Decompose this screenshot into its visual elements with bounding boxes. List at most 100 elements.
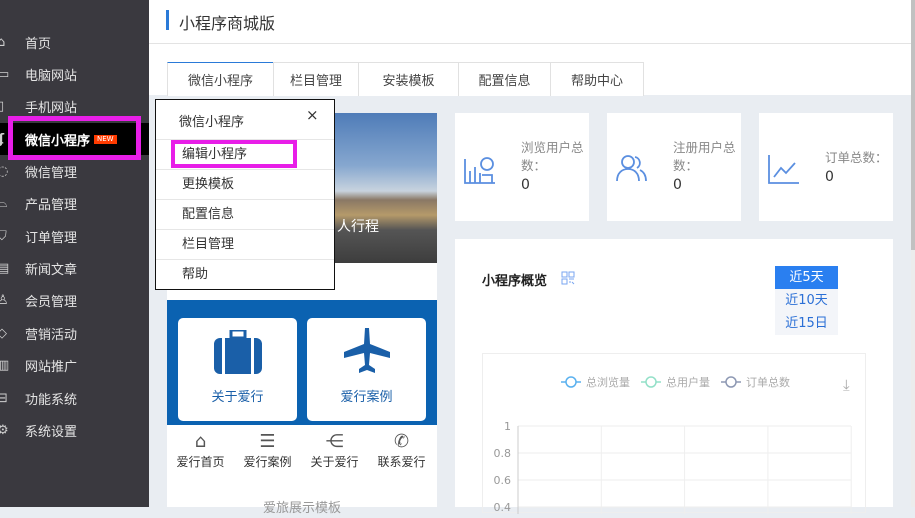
sidebar-item-label: 功能系统 xyxy=(25,392,78,408)
popup-menu-item[interactable]: 帮助 xyxy=(156,259,334,289)
nav-home[interactable]: ⌂ 爱行首页 xyxy=(167,431,234,470)
stat-views: 浏览用户总数： 0 xyxy=(455,113,589,221)
card-label: 爱行案例 xyxy=(340,390,393,405)
stat-orders: 订单总数： 0 xyxy=(759,113,893,221)
popup-menu: 微信小程序 × 编辑小程序 更换模板 配置信息 栏目管理 帮助 xyxy=(155,99,335,290)
scrollbar[interactable] xyxy=(911,0,915,507)
analytics-icon xyxy=(464,157,495,184)
sidebar-item-label: 手机网站 xyxy=(25,100,78,116)
user-icon: ♙ xyxy=(0,292,9,308)
banner-text: 人行程 xyxy=(337,219,379,235)
stat-label: 订单总数： xyxy=(825,150,888,165)
stat-label: 浏览用户总数： xyxy=(521,140,584,173)
list-icon: ☰ xyxy=(259,431,276,452)
popup-menu-item[interactable]: 更换模板 xyxy=(156,169,334,199)
overview-chart: 总浏览量 总用户量 订单总数 1 0.8 0.6 0.4 ⤓ xyxy=(482,353,866,514)
sidebar-item[interactable]: ♙ 会员管理 xyxy=(0,284,149,316)
document-icon: ▤ xyxy=(0,260,10,276)
popup-title: 微信小程序 xyxy=(179,115,245,130)
y-tick-label: 0.4 xyxy=(494,501,512,514)
sidebar-item[interactable]: ⊟ 功能系统 xyxy=(0,382,149,414)
page-title: 小程序商城版 xyxy=(179,14,276,33)
download-icon[interactable]: ⤓ xyxy=(843,376,850,394)
tab[interactable]: 栏目管理 xyxy=(273,62,359,96)
sidebar-item-label: 订单管理 xyxy=(25,230,78,246)
sidebar-item[interactable]: ⛉ 订单管理 xyxy=(0,220,149,252)
sidebar-item-label: 系统设置 xyxy=(25,424,78,440)
stat-label: 注册用户总数： xyxy=(673,140,736,173)
sidebar-item-label: 新闻文章 xyxy=(25,262,78,278)
legend-label: 订单总数 xyxy=(746,375,790,389)
popup-menu-item[interactable]: 配置信息 xyxy=(156,199,334,229)
highlight-box xyxy=(8,116,141,160)
chart-svg: 总浏览量 总用户量 订单总数 1 0.8 0.6 0.4 xyxy=(494,375,852,514)
share-icon: ⋲ xyxy=(325,431,344,452)
legend-item[interactable]: 总用户量 xyxy=(641,375,710,389)
overview-title: 小程序概览 xyxy=(482,274,548,289)
card-label: 关于爱行 xyxy=(211,390,264,405)
home-icon: ⌂ xyxy=(194,431,207,452)
range-10-days[interactable]: 近10天 xyxy=(775,289,838,312)
tab-bar: 微信小程序 栏目管理 安装模板 配置信息 帮助中心 xyxy=(149,44,911,96)
sidebar-item[interactable]: ▥ 网站推广 xyxy=(0,349,149,381)
sidebar-item-label: 营销活动 xyxy=(25,327,78,343)
luggage-icon xyxy=(213,328,262,374)
nav-contact[interactable]: ✆ 联系爱行 xyxy=(368,431,435,470)
tab[interactable]: 安装模板 xyxy=(358,62,459,96)
sidebar-item-label: 产品管理 xyxy=(25,197,78,213)
highlight-box xyxy=(171,140,297,168)
sidebar-item[interactable]: ⌓ 产品管理 xyxy=(0,187,149,219)
users-icon xyxy=(616,155,647,182)
nav-label: 爱行案例 xyxy=(243,455,292,469)
card-about[interactable]: 关于爱行 xyxy=(178,318,297,421)
monitor-icon: ▭ xyxy=(0,66,10,82)
nav-about[interactable]: ⋲ 关于爱行 xyxy=(301,431,368,470)
tab[interactable]: 微信小程序 xyxy=(167,62,274,96)
trend-chart-icon xyxy=(768,155,799,184)
sidebar-item[interactable]: ▭ 电脑网站 xyxy=(0,58,149,90)
scrollbar-thumb[interactable] xyxy=(911,0,915,250)
bag-icon: ⌓ xyxy=(0,195,8,211)
overview-panel: 小程序概览 近5天 近10天 近15日 总浏览量 总用户量 订单总数 1 0.8 0.6 0… xyxy=(455,239,893,514)
phone-icon: ▯ xyxy=(0,98,5,114)
sidebar-item[interactable]: ◇ 营销活动 xyxy=(0,317,149,349)
range-5-days[interactable]: 近5天 xyxy=(775,266,838,289)
home-icon: ⌂ xyxy=(0,34,6,50)
nav-label: 爱行首页 xyxy=(176,455,225,469)
y-tick-label: 0.8 xyxy=(494,447,512,460)
sidebar-item[interactable]: ▤ 新闻文章 xyxy=(0,252,149,284)
tab[interactable]: 帮助中心 xyxy=(550,62,644,96)
page-header: 小程序商城版 xyxy=(149,0,911,44)
y-tick-label: 1 xyxy=(504,420,511,433)
stat-value: 0 xyxy=(521,177,530,193)
gear-icon: ⚙ xyxy=(0,422,9,438)
range-15-days[interactable]: 近15日 xyxy=(775,312,838,335)
tag-icon: ◇ xyxy=(0,325,7,341)
legend-label: 总浏览量 xyxy=(586,375,630,389)
sidebar-item[interactable]: ⌂ 首页 xyxy=(0,26,149,58)
phone-icon: ✆ xyxy=(393,431,410,452)
toolbox-icon: ⊟ xyxy=(0,390,8,406)
qrcode-icon[interactable] xyxy=(561,271,575,285)
sidebar-item[interactable]: ⚙ 系统设置 xyxy=(0,414,149,446)
close-icon[interactable]: × xyxy=(306,106,319,124)
nav-label: 联系爱行 xyxy=(377,455,426,469)
popup-menu-item[interactable]: 栏目管理 xyxy=(156,229,334,259)
legend-item[interactable]: 订单总数 xyxy=(721,375,790,389)
wechat-icon: ◌ xyxy=(0,163,9,179)
bar-chart-icon: ▥ xyxy=(0,357,10,373)
cart-icon: ⛉ xyxy=(0,228,7,244)
legend-item[interactable]: 总浏览量 xyxy=(561,375,630,389)
card-cases[interactable]: 爱行案例 xyxy=(307,318,426,421)
nav-label: 关于爱行 xyxy=(310,455,359,469)
airplane-icon xyxy=(343,328,390,373)
sidebar-item-label: 电脑网站 xyxy=(25,68,78,84)
sidebar-item-label: 会员管理 xyxy=(25,294,78,310)
sidebar-item-label: 微信管理 xyxy=(25,165,78,181)
tab[interactable]: 配置信息 xyxy=(458,62,551,96)
nav-cases[interactable]: ☰ 爱行案例 xyxy=(234,431,301,470)
sidebar: ⌂ 首页 ▭ 电脑网站 ▯ 手机网站 ʆ 微信小程序 NEW ◌ 微信管理 ⌓ 产品管理 ⛉ 订单管理 ▤ 新闻… xyxy=(0,0,149,507)
feature-section: 关于爱行 爱行案例 xyxy=(167,300,437,425)
legend-label: 总用户量 xyxy=(666,375,710,389)
stat-value: 0 xyxy=(825,169,834,185)
